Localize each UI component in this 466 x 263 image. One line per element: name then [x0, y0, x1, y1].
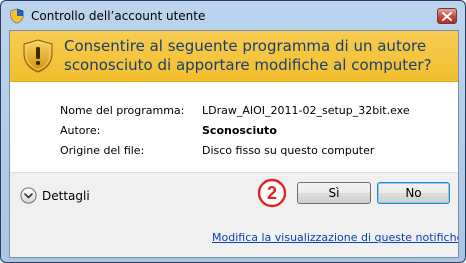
close-button[interactable] — [437, 8, 457, 24]
program-name-row: Nome del programma: LDraw_AIOI_2011-02_s… — [60, 101, 410, 121]
chevron-down-icon — [20, 187, 37, 204]
details-toggle[interactable]: Dettagli — [20, 187, 90, 204]
file-origin-value: Disco fisso su questo computer — [202, 144, 375, 157]
publisher-label: Autore: — [60, 124, 101, 137]
title-bar[interactable]: Controllo dell’account utente — [1, 1, 465, 31]
uac-dialog-window: Controllo dell’account utente Consentire… — [0, 0, 466, 263]
program-details: Nome del programma: LDraw_AIOI_2011-02_s… — [60, 101, 410, 161]
publisher-row: Autore: Sconosciuto — [60, 121, 410, 141]
step-number-marker: 2 — [257, 178, 287, 208]
yes-button[interactable]: Sì — [297, 182, 371, 204]
dialog-footer: Dettagli 2 Sì No Modifica la visualizzaz… — [10, 172, 458, 257]
warning-shield-icon — [23, 39, 53, 73]
change-notification-settings-link[interactable]: Modifica la visualizzazione di queste no… — [212, 231, 458, 244]
file-origin-label: Origine del file: — [60, 144, 145, 157]
close-icon — [442, 11, 452, 21]
program-name-value: LDraw_AIOI_2011-02_setup_32bit.exe — [202, 104, 410, 117]
dialog-content: Consentire al seguente programma di un a… — [9, 30, 459, 258]
step-number: 2 — [267, 183, 277, 203]
details-toggle-label: Dettagli — [42, 188, 90, 203]
window-title: Controllo dell’account utente — [31, 9, 206, 23]
warning-banner: Consentire al seguente programma di un a… — [10, 31, 458, 82]
banner-message: Consentire al seguente programma di un a… — [64, 37, 432, 74]
no-button[interactable]: No — [377, 182, 450, 204]
uac-shield-icon — [9, 8, 25, 24]
file-origin-row: Origine del file: Disco fisso su questo … — [60, 141, 410, 161]
publisher-value: Sconosciuto — [202, 124, 277, 137]
program-name-label: Nome del programma: — [60, 104, 185, 117]
